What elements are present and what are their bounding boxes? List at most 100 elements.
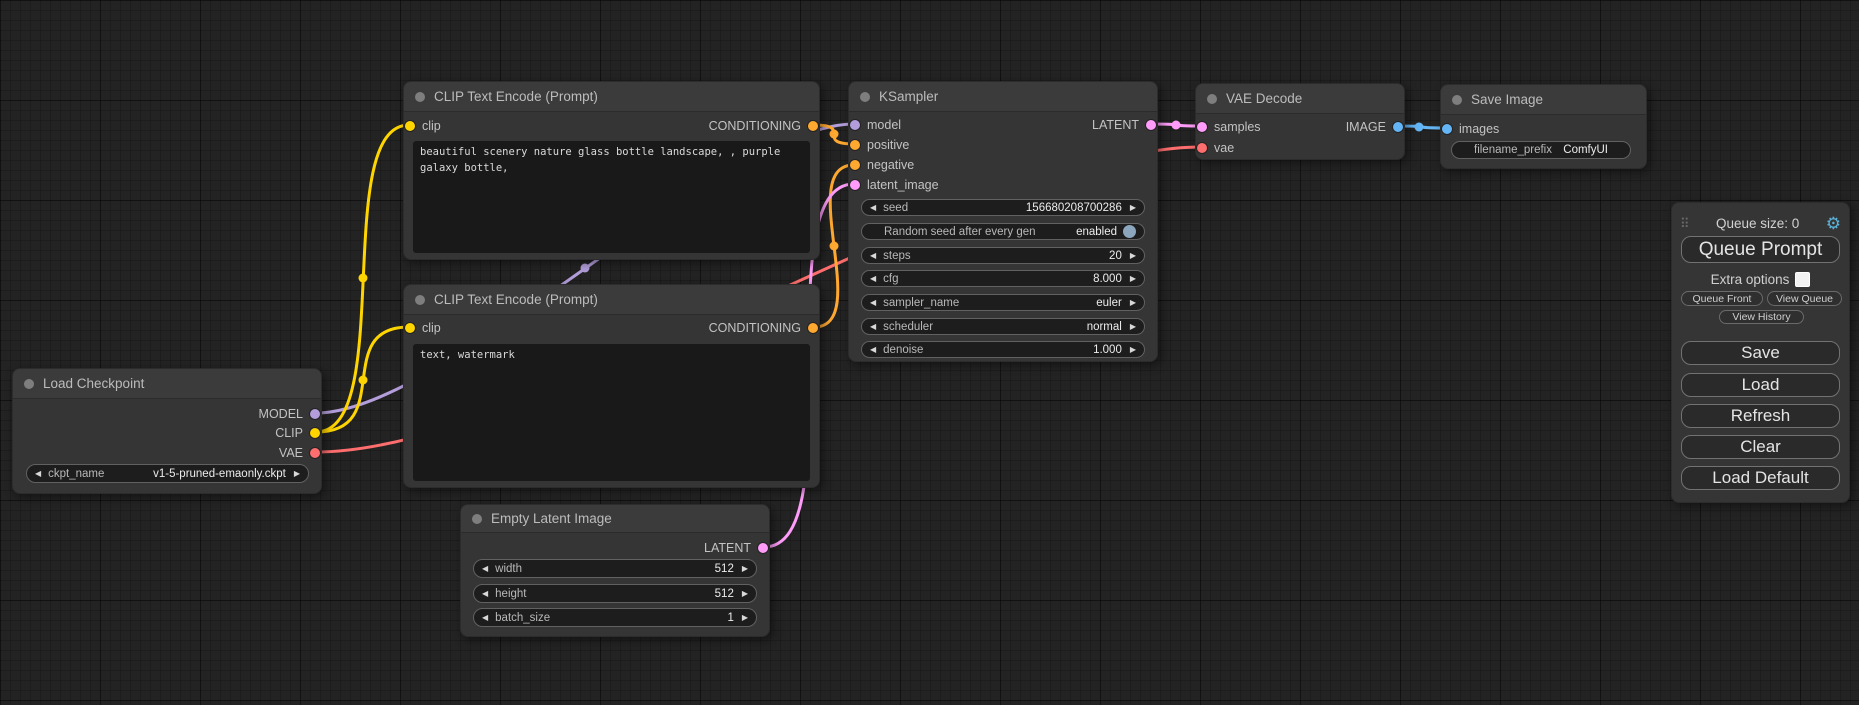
image-output-slot[interactable]: [1393, 122, 1403, 132]
increment-arrow-icon[interactable]: ▶: [294, 470, 300, 478]
view-queue-button[interactable]: View Queue: [1767, 291, 1842, 306]
widget-value: normal: [1087, 321, 1122, 333]
decrement-arrow-icon[interactable]: ◀: [870, 275, 876, 283]
positive-input-slot[interactable]: [850, 140, 860, 150]
collapse-dot-icon[interactable]: [24, 379, 34, 389]
clip-input-slot[interactable]: [405, 121, 415, 131]
increment-arrow-icon[interactable]: ▶: [1130, 275, 1136, 283]
conditioning-output-slot[interactable]: [808, 121, 818, 131]
ckpt-name-widget[interactable]: ◀ ckpt_name v1-5-pruned-emaonly.ckpt ▶: [26, 464, 309, 483]
node-load-checkpoint[interactable]: Load Checkpoint MODEL CLIP VAE ◀ ckpt_na…: [12, 368, 322, 494]
random-seed-toggle-widget[interactable]: Random seed after every gen enabled: [861, 223, 1145, 240]
output-label: CONDITIONING: [709, 321, 801, 335]
load-button[interactable]: Load: [1681, 373, 1840, 397]
sampler-name-widget[interactable]: ◀ sampler_name euler ▶: [861, 294, 1145, 311]
prompt-textarea[interactable]: beautiful scenery nature glass bottle la…: [413, 141, 810, 253]
node-clip-text-encode-positive[interactable]: CLIP Text Encode (Prompt) clip CONDITION…: [403, 81, 820, 260]
width-widget[interactable]: ◀ width 512 ▶: [473, 559, 757, 578]
filename-prefix-widget[interactable]: filename_prefix ComfyUI: [1451, 141, 1631, 159]
collapse-dot-icon[interactable]: [1452, 95, 1462, 105]
cfg-widget[interactable]: ◀ cfg 8.000 ▶: [861, 270, 1145, 287]
collapse-dot-icon[interactable]: [472, 514, 482, 524]
node-title-bar[interactable]: VAE Decode: [1196, 84, 1404, 114]
view-history-button[interactable]: View History: [1719, 310, 1804, 324]
clear-button[interactable]: Clear: [1681, 435, 1840, 459]
vae-output-slot[interactable]: [310, 448, 320, 458]
increment-arrow-icon[interactable]: ▶: [742, 614, 748, 622]
extra-options-label: Extra options: [1711, 272, 1790, 287]
samples-input-slot[interactable]: [1197, 122, 1207, 132]
extra-options-row: Extra options: [1672, 271, 1849, 288]
decrement-arrow-icon[interactable]: ◀: [870, 299, 876, 307]
link-midpoint-dot: [1415, 123, 1424, 132]
node-vae-decode[interactable]: VAE Decode samples IMAGE vae: [1195, 83, 1405, 160]
node-title-bar[interactable]: CLIP Text Encode (Prompt): [404, 285, 819, 315]
model-output-slot[interactable]: [310, 409, 320, 419]
output-label: LATENT: [1092, 118, 1139, 132]
increment-arrow-icon[interactable]: ▶: [1130, 323, 1136, 331]
node-title-bar[interactable]: CLIP Text Encode (Prompt): [404, 82, 819, 112]
toggle-on-dot-icon[interactable]: [1123, 225, 1136, 238]
node-title-bar[interactable]: Save Image: [1441, 85, 1646, 115]
conditioning-output-slot[interactable]: [808, 323, 818, 333]
widget-value: 8.000: [1093, 273, 1122, 285]
widget-label: Random seed after every gen: [884, 226, 1036, 238]
input-label: samples: [1214, 120, 1261, 134]
increment-arrow-icon[interactable]: ▶: [742, 590, 748, 598]
latent-output-slot[interactable]: [758, 543, 768, 553]
node-empty-latent-image[interactable]: Empty Latent Image LATENT ◀ width 512 ▶ …: [460, 504, 770, 637]
extra-options-checkbox[interactable]: [1795, 272, 1810, 287]
batch-size-widget[interactable]: ◀ batch_size 1 ▶: [473, 608, 757, 627]
decrement-arrow-icon[interactable]: ◀: [870, 323, 876, 331]
increment-arrow-icon[interactable]: ▶: [1130, 204, 1136, 212]
link-midpoint-dot: [830, 130, 839, 139]
images-input-slot[interactable]: [1442, 124, 1452, 134]
widget-value: 512: [715, 588, 734, 600]
decrement-arrow-icon[interactable]: ◀: [482, 614, 488, 622]
queue-front-button[interactable]: Queue Front: [1681, 291, 1763, 306]
collapse-dot-icon[interactable]: [860, 92, 870, 102]
decrement-arrow-icon[interactable]: ◀: [482, 590, 488, 598]
latent-image-input-slot[interactable]: [850, 180, 860, 190]
increment-arrow-icon[interactable]: ▶: [1130, 346, 1136, 354]
clip-input-slot[interactable]: [405, 323, 415, 333]
gear-icon[interactable]: ⚙: [1826, 215, 1841, 232]
latent-output-slot[interactable]: [1146, 120, 1156, 130]
denoise-widget[interactable]: ◀ denoise 1.000 ▶: [861, 341, 1145, 358]
negative-input-slot[interactable]: [850, 160, 860, 170]
vae-input-slot[interactable]: [1197, 143, 1207, 153]
seed-widget[interactable]: ◀ seed 156680208700286 ▶: [861, 199, 1145, 216]
prompt-textarea[interactable]: text, watermark: [413, 344, 810, 481]
model-input-slot[interactable]: [850, 120, 860, 130]
slot-row: negative: [849, 155, 1157, 175]
steps-widget[interactable]: ◀ steps 20 ▶: [861, 247, 1145, 264]
increment-arrow-icon[interactable]: ▶: [1130, 299, 1136, 307]
decrement-arrow-icon[interactable]: ◀: [870, 252, 876, 260]
increment-arrow-icon[interactable]: ▶: [742, 565, 748, 573]
widget-value: v1-5-pruned-emaonly.ckpt: [153, 468, 286, 480]
load-default-button[interactable]: Load Default: [1681, 466, 1840, 490]
collapse-dot-icon[interactable]: [415, 92, 425, 102]
refresh-button[interactable]: Refresh: [1681, 404, 1840, 428]
input-label: vae: [1214, 141, 1234, 155]
height-widget[interactable]: ◀ height 512 ▶: [473, 584, 757, 603]
decrement-arrow-icon[interactable]: ◀: [870, 346, 876, 354]
decrement-arrow-icon[interactable]: ◀: [35, 470, 41, 478]
node-clip-text-encode-negative[interactable]: CLIP Text Encode (Prompt) clip CONDITION…: [403, 284, 820, 488]
decrement-arrow-icon[interactable]: ◀: [482, 565, 488, 573]
collapse-dot-icon[interactable]: [415, 295, 425, 305]
save-button[interactable]: Save: [1681, 341, 1840, 365]
increment-arrow-icon[interactable]: ▶: [1130, 252, 1136, 260]
scheduler-widget[interactable]: ◀ scheduler normal ▶: [861, 318, 1145, 335]
collapse-dot-icon[interactable]: [1207, 94, 1217, 104]
decrement-arrow-icon[interactable]: ◀: [870, 204, 876, 212]
clip-output-slot[interactable]: [310, 428, 320, 438]
node-title-bar[interactable]: Load Checkpoint: [13, 369, 321, 399]
node-title-bar[interactable]: Empty Latent Image: [461, 505, 769, 533]
node-save-image[interactable]: Save Image images filename_prefix ComfyU…: [1440, 84, 1647, 169]
node-title-bar[interactable]: KSampler: [849, 82, 1157, 112]
node-ksampler[interactable]: KSampler model LATENT positive negative …: [848, 81, 1158, 362]
drag-handle-icon[interactable]: ⠿: [1680, 217, 1690, 230]
input-label: images: [1459, 122, 1499, 136]
queue-prompt-button[interactable]: Queue Prompt: [1681, 236, 1840, 263]
